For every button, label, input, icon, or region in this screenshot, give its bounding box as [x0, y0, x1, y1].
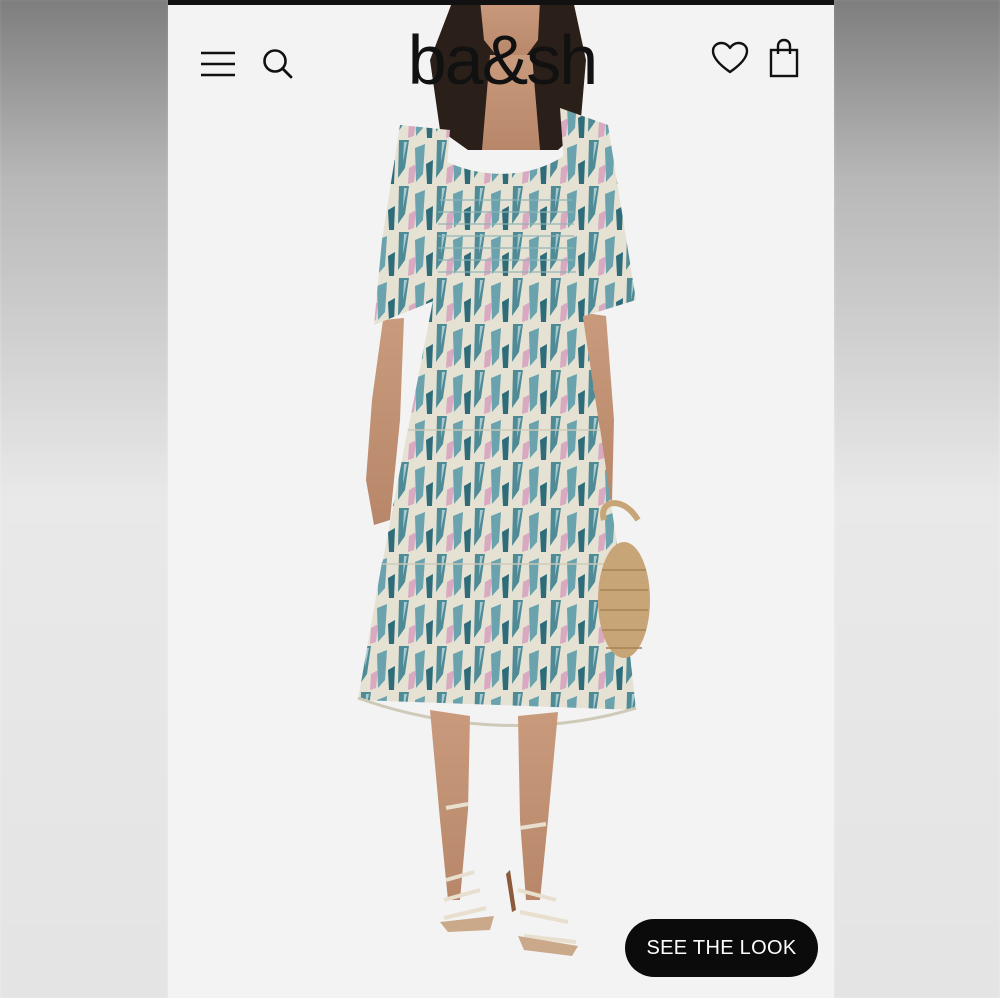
heart-icon[interactable]	[708, 38, 752, 78]
hero-product-image	[357, 0, 650, 956]
site-header: ba&sh	[168, 0, 834, 110]
search-icon[interactable]	[258, 44, 298, 84]
blurred-backdrop-right	[834, 0, 1000, 998]
brand-logo[interactable]: ba&sh	[394, 20, 610, 100]
shopping-bag-icon[interactable]	[764, 36, 804, 80]
product-page: ba&sh SEE THE LOOK	[168, 0, 834, 998]
see-the-look-button[interactable]: SEE THE LOOK	[625, 919, 818, 977]
menu-icon[interactable]	[198, 44, 238, 84]
blurred-backdrop-left	[0, 0, 168, 998]
